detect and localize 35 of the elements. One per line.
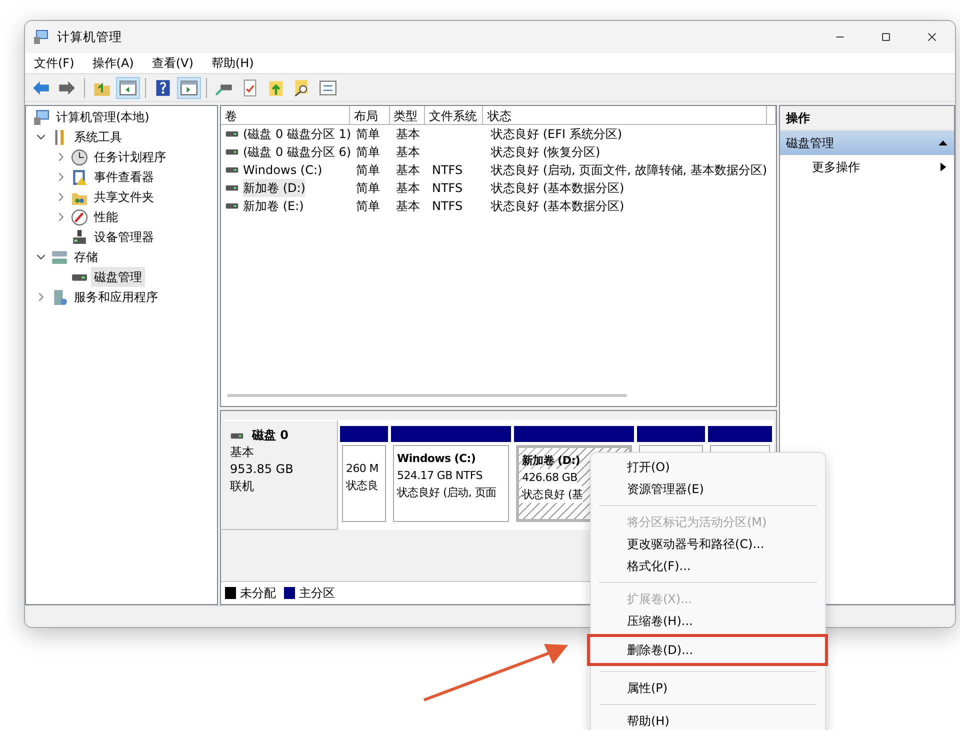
table-cell: 状态良好 (基本数据分区) [491, 199, 624, 213]
legend-label: 未分配 [240, 585, 276, 602]
table-cell: 状态良好 (恢复分区) [491, 145, 600, 159]
table-cell: 简单 [356, 127, 380, 141]
table-cell: 简单 [356, 181, 380, 195]
panel-header: 操作 [780, 106, 954, 131]
table-cell: 基本 [396, 163, 420, 177]
partition-info: 状态良好 (启动, 页面 [397, 485, 498, 501]
section-title: 磁盘管理 [786, 135, 834, 152]
disk-info: 基本 [230, 444, 255, 461]
table-cell: NTFS [432, 199, 463, 213]
legend-label: 主分区 [299, 585, 335, 602]
table-cell: 基本 [396, 127, 420, 141]
disk-info: 953.85 GB [230, 461, 294, 478]
partition-info: 状态良好 (基 [522, 486, 583, 503]
partition-title: Windows (C:) [397, 451, 477, 467]
window-title: 计算机管理 [57, 28, 122, 46]
table-cell: 状态良好 (基本数据分区) [491, 181, 624, 195]
table-cell: 基本 [396, 145, 420, 159]
partition-info: 260 M [346, 461, 380, 477]
table-cell: 状态良好 (EFI 系统分区) [491, 127, 622, 141]
table-cell: 简单 [356, 145, 380, 159]
partition-info: 426.68 GB [522, 469, 578, 486]
table-cell: 基本 [396, 181, 420, 195]
partition-info: 状态良 [346, 478, 380, 494]
table-cell: 状态良好 (启动, 页面文件, 故障转储, 基本数据分区) [491, 163, 768, 177]
partition-info: 524.17 GB NTFS [397, 468, 484, 484]
partition-title: 新加卷 (D:) [522, 453, 582, 469]
table-cell: NTFS [432, 181, 463, 195]
table-cell: NTFS [432, 163, 463, 177]
disk-info: 联机 [230, 478, 255, 495]
table-cell: 基本 [396, 199, 420, 213]
disk-name: 磁盘 0 [252, 427, 289, 444]
table-cell: 简单 [356, 199, 380, 213]
table-cell: 简单 [356, 163, 380, 177]
